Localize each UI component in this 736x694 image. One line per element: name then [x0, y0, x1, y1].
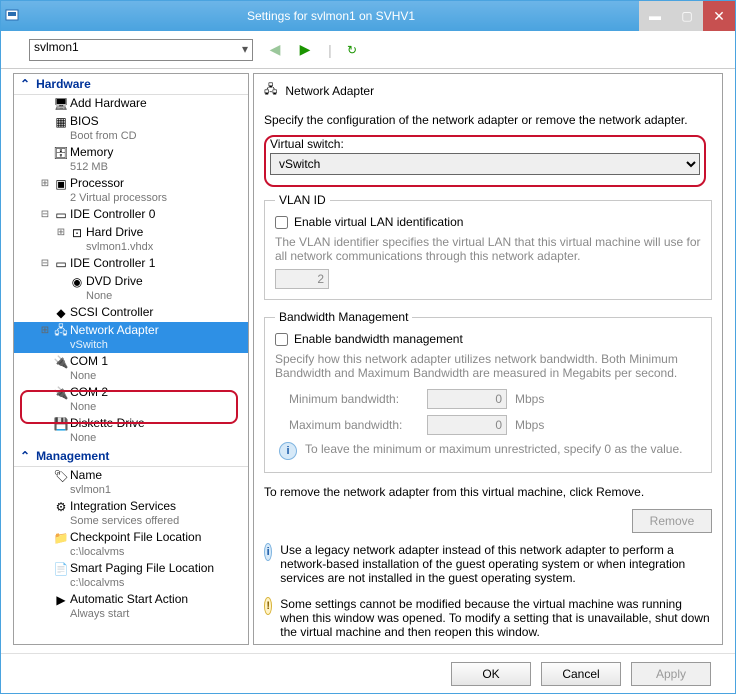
enable-bandwidth-label: Enable bandwidth management — [294, 332, 463, 346]
enable-vlan-label: Enable virtual LAN identification — [294, 215, 463, 229]
info-icon: i — [264, 543, 272, 561]
bios-icon: ▦ — [52, 114, 70, 130]
integration-icon: ⚙ — [52, 499, 70, 515]
controller-icon: ▭ — [52, 207, 70, 223]
tree-memory[interactable]: 🗄Memory512 MB — [14, 144, 248, 175]
enable-vlan-checkbox[interactable] — [275, 216, 288, 229]
auto-start-icon: ▶ — [52, 592, 70, 608]
diskette-icon: 💾 — [52, 416, 70, 432]
max-bandwidth-label: Maximum bandwidth: — [289, 418, 419, 432]
checkpoint-icon: 📁 — [52, 530, 70, 546]
collapse-icon: ⌃ — [20, 77, 30, 91]
warning-vm-running: Some settings cannot be modified because… — [280, 597, 712, 639]
panel-title: Network Adapter — [285, 84, 374, 98]
nav-forward-button[interactable]: ▶ — [297, 41, 313, 58]
virtual-switch-select[interactable]: vSwitch — [270, 153, 700, 175]
tree-processor[interactable]: ⊞▣Processor2 Virtual processors — [14, 175, 248, 206]
tree-com1[interactable]: 🔌COM 1None — [14, 353, 248, 384]
collapse-icon: ⌃ — [20, 449, 30, 463]
hard-drive-icon: ⊡ — [68, 225, 86, 241]
window-title: Settings for svlmon1 on SVHV1 — [23, 9, 639, 23]
bandwidth-unit: Mbps — [515, 418, 544, 432]
management-section-header[interactable]: ⌃Management — [14, 446, 248, 467]
com-port-icon: 🔌 — [52, 385, 70, 401]
vlan-legend: VLAN ID — [275, 193, 330, 207]
bandwidth-group: Bandwidth Management Enable bandwidth ma… — [264, 310, 712, 473]
titlebar: Settings for svlmon1 on SVHV1 ▬ ▢ ✕ — [1, 1, 735, 31]
network-adapter-icon: 🖧 — [264, 80, 277, 101]
enable-bandwidth-checkbox[interactable] — [275, 333, 288, 346]
settings-tree[interactable]: ⌃Hardware 🖥Add Hardware ▦BIOSBoot from C… — [13, 73, 249, 645]
memory-icon: 🗄 — [52, 145, 70, 161]
cancel-button[interactable]: Cancel — [541, 662, 621, 686]
tree-bios[interactable]: ▦BIOSBoot from CD — [14, 113, 248, 144]
virtual-switch-label: Virtual switch: — [270, 137, 706, 151]
bandwidth-tip: To leave the minimum or maximum unrestri… — [305, 442, 682, 456]
refresh-button[interactable]: ↻ — [347, 43, 363, 57]
network-adapter-icon: 🖧 — [52, 323, 70, 339]
tree-network-adapter[interactable]: ⊞🖧Network AdaptervSwitch — [14, 322, 248, 353]
hardware-section-header[interactable]: ⌃Hardware — [14, 74, 248, 95]
max-bandwidth-input — [427, 415, 507, 435]
warning-icon: ! — [264, 597, 272, 615]
toolbar: svlmon1 ◀ ▶ | ↻ — [1, 31, 735, 69]
tree-ide1[interactable]: ⊟▭IDE Controller 1 — [14, 255, 248, 273]
tree-com2[interactable]: 🔌COM 2None — [14, 384, 248, 415]
apply-button: Apply — [631, 662, 711, 686]
app-icon — [1, 8, 23, 24]
bandwidth-legend: Bandwidth Management — [275, 310, 412, 324]
remove-button: Remove — [632, 509, 712, 533]
info-icon: i — [279, 442, 297, 460]
controller-icon: ▭ — [52, 256, 70, 272]
bandwidth-unit: Mbps — [515, 392, 544, 406]
ok-button[interactable]: OK — [451, 662, 531, 686]
vlan-help-text: The VLAN identifier specifies the virtua… — [275, 231, 701, 269]
dvd-icon: ◉ — [68, 274, 86, 290]
min-bandwidth-label: Minimum bandwidth: — [289, 392, 419, 406]
scsi-icon: ◆ — [52, 305, 70, 321]
dialog-footer: OK Cancel Apply — [1, 653, 735, 693]
tree-diskette[interactable]: 💾Diskette DriveNone — [14, 415, 248, 446]
close-button[interactable]: ✕ — [703, 1, 735, 31]
processor-icon: ▣ — [52, 176, 70, 192]
tree-auto-start[interactable]: ▶Automatic Start ActionAlways start — [14, 591, 248, 622]
maximize-button[interactable]: ▢ — [671, 1, 703, 31]
tree-integration-services[interactable]: ⚙Integration ServicesSome services offer… — [14, 498, 248, 529]
tree-smart-paging-location[interactable]: 📄Smart Paging File Locationc:\localvms — [14, 560, 248, 591]
vlan-group: VLAN ID Enable virtual LAN identificatio… — [264, 193, 712, 300]
detail-panel: 🖧 Network Adapter Specify the configurati… — [253, 73, 723, 645]
tree-name[interactable]: 🏷Namesvlmon1 — [14, 467, 248, 498]
tree-dvd-drive[interactable]: ◉DVD DriveNone — [14, 273, 248, 304]
name-icon: 🏷 — [52, 468, 70, 484]
tree-scsi[interactable]: ◆SCSI Controller — [14, 304, 248, 322]
vm-selector[interactable]: svlmon1 — [29, 39, 253, 61]
vm-selector-value: svlmon1 — [34, 40, 79, 54]
remove-description: To remove the network adapter from this … — [264, 479, 712, 499]
tree-hard-drive[interactable]: ⊞⊡Hard Drivesvlmon1.vhdx — [14, 224, 248, 255]
min-bandwidth-input — [427, 389, 507, 409]
panel-description: Specify the configuration of the network… — [264, 109, 712, 129]
minimize-button[interactable]: ▬ — [639, 1, 671, 31]
vlan-id-input — [275, 269, 329, 289]
tree-add-hardware[interactable]: 🖥Add Hardware — [14, 95, 248, 113]
tree-checkpoint-location[interactable]: 📁Checkpoint File Locationc:\localvms — [14, 529, 248, 560]
add-hardware-icon: 🖥 — [52, 96, 70, 112]
bandwidth-help-text: Specify how this network adapter utilize… — [275, 348, 701, 386]
com-port-icon: 🔌 — [52, 354, 70, 370]
smart-paging-icon: 📄 — [52, 561, 70, 577]
tree-ide0[interactable]: ⊟▭IDE Controller 0 — [14, 206, 248, 224]
panel-header: 🖧 Network Adapter — [264, 80, 712, 103]
nav-back-button[interactable]: ◀ — [267, 41, 283, 58]
info-legacy-adapter: Use a legacy network adapter instead of … — [280, 543, 712, 585]
